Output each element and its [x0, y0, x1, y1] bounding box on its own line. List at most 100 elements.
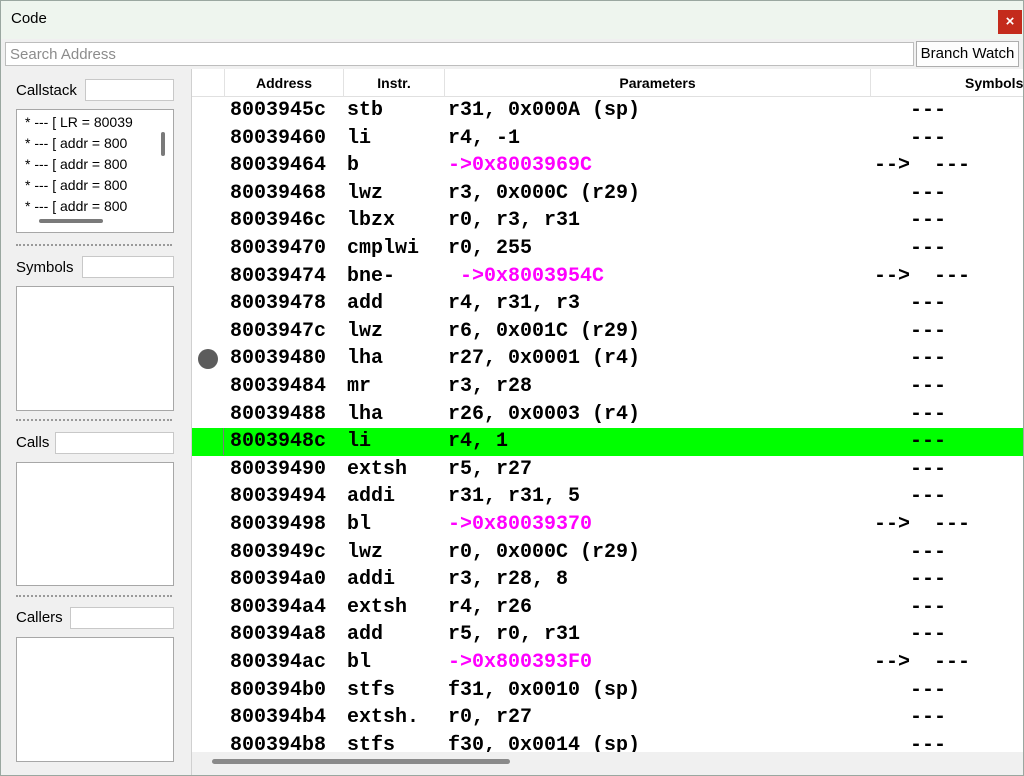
title-bar[interactable]: Code ×: [1, 1, 1023, 39]
callstack-item[interactable]: * --- [ addr = 800: [25, 198, 153, 214]
row-instruction: lha: [347, 347, 384, 371]
code-row[interactable]: 800394b0 stfs f31, 0x0010 (sp) ---: [192, 677, 1023, 705]
breakpoint-gutter[interactable]: [192, 373, 224, 400]
breakpoint-gutter[interactable]: [192, 594, 224, 621]
row-branch-target: ->0x8003969C: [448, 154, 593, 178]
code-row[interactable]: 80039494 addi r31, r31, 5 ---: [192, 483, 1023, 511]
breakpoint-gutter[interactable]: [192, 704, 224, 731]
code-view[interactable]: Address Instr. Parameters Symbols 800394…: [191, 69, 1023, 775]
header-symbols[interactable]: Symbols: [871, 69, 1023, 97]
row-parameters: r26, 0x0003 (r4): [448, 402, 641, 426]
code-row[interactable]: 8003946c lbzx r0, r3, r31 ---: [192, 207, 1023, 235]
callstack-item[interactable]: * --- [ addr = 800: [25, 156, 153, 172]
code-row[interactable]: 8003947c lwz r6, 0x001C (r29) ---: [192, 318, 1023, 346]
breakpoint-gutter[interactable]: [192, 456, 224, 483]
breakpoint-gutter[interactable]: [192, 428, 224, 456]
code-row[interactable]: 80039478 add r4, r31, r3 ---: [192, 290, 1023, 318]
breakpoint-gutter[interactable]: [192, 318, 224, 345]
row-address: 80039488: [230, 402, 327, 426]
row-instruction: add: [347, 623, 384, 647]
horizontal-scrollbar[interactable]: [212, 759, 510, 764]
row-symbol: ---: [874, 319, 947, 343]
callstack-horizontal-scrollbar[interactable]: [39, 219, 103, 223]
callers-filter-input[interactable]: [70, 607, 174, 629]
breakpoint-gutter[interactable]: [192, 125, 224, 152]
calls-filter-input[interactable]: [55, 432, 174, 454]
row-symbol: ---: [874, 292, 947, 316]
code-row[interactable]: 80039480 lha r27, 0x0001 (r4) ---: [192, 345, 1023, 373]
code-row[interactable]: 800394a4 extsh r4, r26 ---: [192, 594, 1023, 622]
breakpoint-gutter[interactable]: [192, 566, 224, 593]
header-parameters[interactable]: Parameters: [445, 69, 871, 97]
callers-label: Callers: [16, 609, 63, 626]
row-instruction: li: [347, 430, 372, 454]
row-instruction: stfs: [347, 678, 396, 702]
code-row[interactable]: 80039488 lha r26, 0x0003 (r4) ---: [192, 401, 1023, 429]
callers-list[interactable]: [16, 637, 174, 762]
row-parameters: r0, r3, r31: [448, 209, 581, 233]
breakpoint-icon[interactable]: [198, 349, 218, 370]
code-row[interactable]: 80039498 bl ->0x80039370 --> ---: [192, 511, 1023, 539]
code-row[interactable]: 80039490 extsh r5, r27 ---: [192, 456, 1023, 484]
breakpoint-gutter[interactable]: [192, 511, 224, 538]
search-address-input[interactable]: [5, 42, 914, 66]
row-address: 800394b0: [230, 678, 327, 702]
row-address: 8003948c: [230, 430, 327, 454]
header-instr[interactable]: Instr.: [344, 69, 445, 97]
callstack-item[interactable]: * --- [ LR = 80039: [25, 114, 153, 130]
breakpoint-gutter[interactable]: [192, 483, 224, 510]
row-instruction: stb: [347, 99, 384, 122]
code-row[interactable]: 8003949c lwz r0, 0x000C (r29) ---: [192, 539, 1023, 567]
code-row[interactable]: 800394ac bl ->0x800393F0 --> ---: [192, 649, 1023, 677]
symbols-list[interactable]: [16, 286, 174, 411]
callstack-filter-input[interactable]: [85, 79, 174, 101]
breakpoint-gutter[interactable]: [192, 152, 224, 179]
header-address[interactable]: Address: [225, 69, 344, 97]
close-button[interactable]: ×: [998, 10, 1022, 34]
breakpoint-gutter[interactable]: [192, 180, 224, 207]
current-instruction-row[interactable]: 8003948c li r4, 1 ---: [192, 428, 1023, 456]
callstack-list[interactable]: * --- [ LR = 80039 * --- [ addr = 800 * …: [16, 109, 174, 233]
row-symbol: --> ---: [874, 264, 971, 288]
row-symbol: ---: [874, 706, 947, 730]
row-parameters: r0, 255: [448, 237, 533, 260]
callstack-vertical-scrollbar[interactable]: [161, 132, 165, 156]
symbols-filter-input[interactable]: [82, 256, 174, 278]
breakpoint-gutter[interactable]: [192, 621, 224, 648]
code-row[interactable]: 8003945c stb r31, 0x000A (sp) ---: [192, 97, 1023, 125]
calls-list[interactable]: [16, 462, 174, 586]
code-row[interactable]: 800394a0 addi r3, r28, 8 ---: [192, 566, 1023, 594]
breakpoint-gutter[interactable]: [192, 235, 224, 262]
breakpoint-gutter[interactable]: [192, 97, 224, 124]
code-row[interactable]: 80039464 b ->0x8003969C --> ---: [192, 152, 1023, 180]
window-title: Code: [11, 10, 47, 27]
table-header: Address Instr. Parameters Symbols: [192, 69, 1023, 97]
breakpoint-gutter[interactable]: [192, 649, 224, 676]
breakpoint-gutter[interactable]: [192, 539, 224, 566]
row-address: 800394a4: [230, 595, 327, 619]
code-row[interactable]: 80039460 li r4, -1 ---: [192, 125, 1023, 153]
divider: [16, 595, 172, 597]
branch-watch-button[interactable]: Branch Watch: [916, 41, 1019, 67]
code-row[interactable]: 80039474 bne- ->0x8003954C --> ---: [192, 263, 1023, 291]
code-row[interactable]: 80039470 cmplwi r0, 255 ---: [192, 235, 1023, 263]
code-row[interactable]: 80039468 lwz r3, 0x000C (r29) ---: [192, 180, 1023, 208]
callstack-item[interactable]: * --- [ addr = 800: [25, 177, 153, 193]
row-symbol: --> ---: [874, 513, 971, 536]
row-symbol: ---: [874, 623, 947, 647]
row-symbol: ---: [874, 99, 947, 122]
divider: [16, 244, 172, 246]
callstack-item[interactable]: * --- [ addr = 800: [25, 135, 153, 151]
breakpoint-gutter[interactable]: [192, 345, 224, 372]
breakpoint-gutter[interactable]: [192, 263, 224, 290]
code-row[interactable]: 80039484 mr r3, r28 ---: [192, 373, 1023, 401]
row-parameters: f31, 0x0010 (sp): [448, 678, 641, 702]
breakpoint-gutter[interactable]: [192, 207, 224, 234]
row-instruction: lwz: [347, 181, 384, 205]
breakpoint-gutter[interactable]: [192, 290, 224, 317]
row-symbol: ---: [874, 347, 947, 371]
code-row[interactable]: 800394a8 add r5, r0, r31 ---: [192, 621, 1023, 649]
code-row[interactable]: 800394b4 extsh. r0, r27 ---: [192, 704, 1023, 732]
breakpoint-gutter[interactable]: [192, 401, 224, 428]
breakpoint-gutter[interactable]: [192, 677, 224, 704]
